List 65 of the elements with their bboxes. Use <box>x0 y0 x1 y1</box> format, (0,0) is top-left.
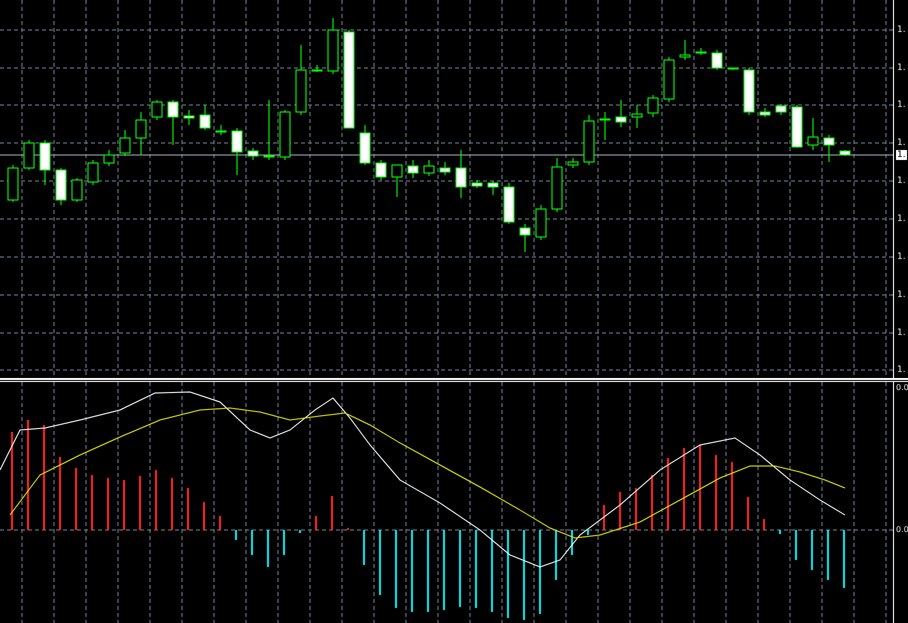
candlestick <box>8 164 18 202</box>
candlestick <box>792 104 802 148</box>
candlestick <box>488 180 498 196</box>
candlestick <box>680 40 690 60</box>
current-price-tag: 1. <box>896 150 907 160</box>
price-axis-label: 1. <box>897 176 906 186</box>
candlestick <box>584 114 594 166</box>
candlestick <box>504 182 514 224</box>
candlestick <box>200 104 210 130</box>
price-axis-label: 1. <box>897 290 906 300</box>
candlestick <box>648 94 658 118</box>
candlestick <box>600 112 610 140</box>
candlestick <box>168 100 178 146</box>
price-axis-label: 1. <box>897 63 906 73</box>
candlestick <box>360 124 370 166</box>
price-axis-label: 1. <box>897 138 906 148</box>
candlestick <box>552 158 562 212</box>
price-axis-label: 1. <box>897 214 906 224</box>
candlestick <box>296 44 306 116</box>
price-axis-label: 1. <box>897 365 906 375</box>
candlestick <box>376 160 386 180</box>
candlestick <box>744 68 754 116</box>
candlestick <box>24 140 34 170</box>
candlestick <box>232 128 242 176</box>
candlestick <box>248 148 258 160</box>
candlestick <box>40 140 50 186</box>
candlestick <box>808 118 818 150</box>
candlestick <box>824 134 834 162</box>
candlestick <box>568 158 578 168</box>
candlestick <box>664 56 674 102</box>
candlestick <box>216 124 226 136</box>
candlestick <box>520 224 530 252</box>
indicator-axis-label: 0.0 <box>896 525 908 535</box>
candlestick <box>104 150 114 166</box>
candlestick <box>456 150 466 198</box>
candlestick <box>696 48 706 56</box>
candlestick <box>280 110 290 160</box>
candlestick <box>760 108 770 118</box>
candlestick <box>56 168 66 206</box>
candlestick <box>312 64 322 72</box>
candlestick <box>712 50 722 70</box>
candlestick <box>424 160 434 176</box>
candlestick <box>616 100 626 128</box>
candlestick <box>72 178 82 202</box>
candlestick <box>264 100 274 160</box>
candlestick <box>408 160 418 178</box>
candlestick <box>440 162 450 176</box>
candlestick <box>184 110 194 126</box>
candlestick <box>632 104 642 128</box>
candlestick <box>152 100 162 120</box>
candlestick <box>136 112 146 156</box>
candlestick <box>776 104 786 116</box>
candlestick <box>120 130 130 156</box>
candlestick <box>472 180 482 188</box>
candlestick <box>536 204 546 240</box>
price-axis-label: 1. <box>897 25 906 35</box>
price-axis-label: 1. <box>897 100 906 110</box>
price-axis-label: 1. <box>897 252 906 262</box>
candlestick <box>392 164 402 198</box>
candlestick <box>728 68 738 70</box>
candlestick <box>88 160 98 186</box>
candlestick <box>328 18 338 74</box>
price-axis-label: 1. <box>897 328 906 338</box>
indicator-axis-label: 0.0 <box>896 383 908 393</box>
candlestick <box>840 150 850 156</box>
